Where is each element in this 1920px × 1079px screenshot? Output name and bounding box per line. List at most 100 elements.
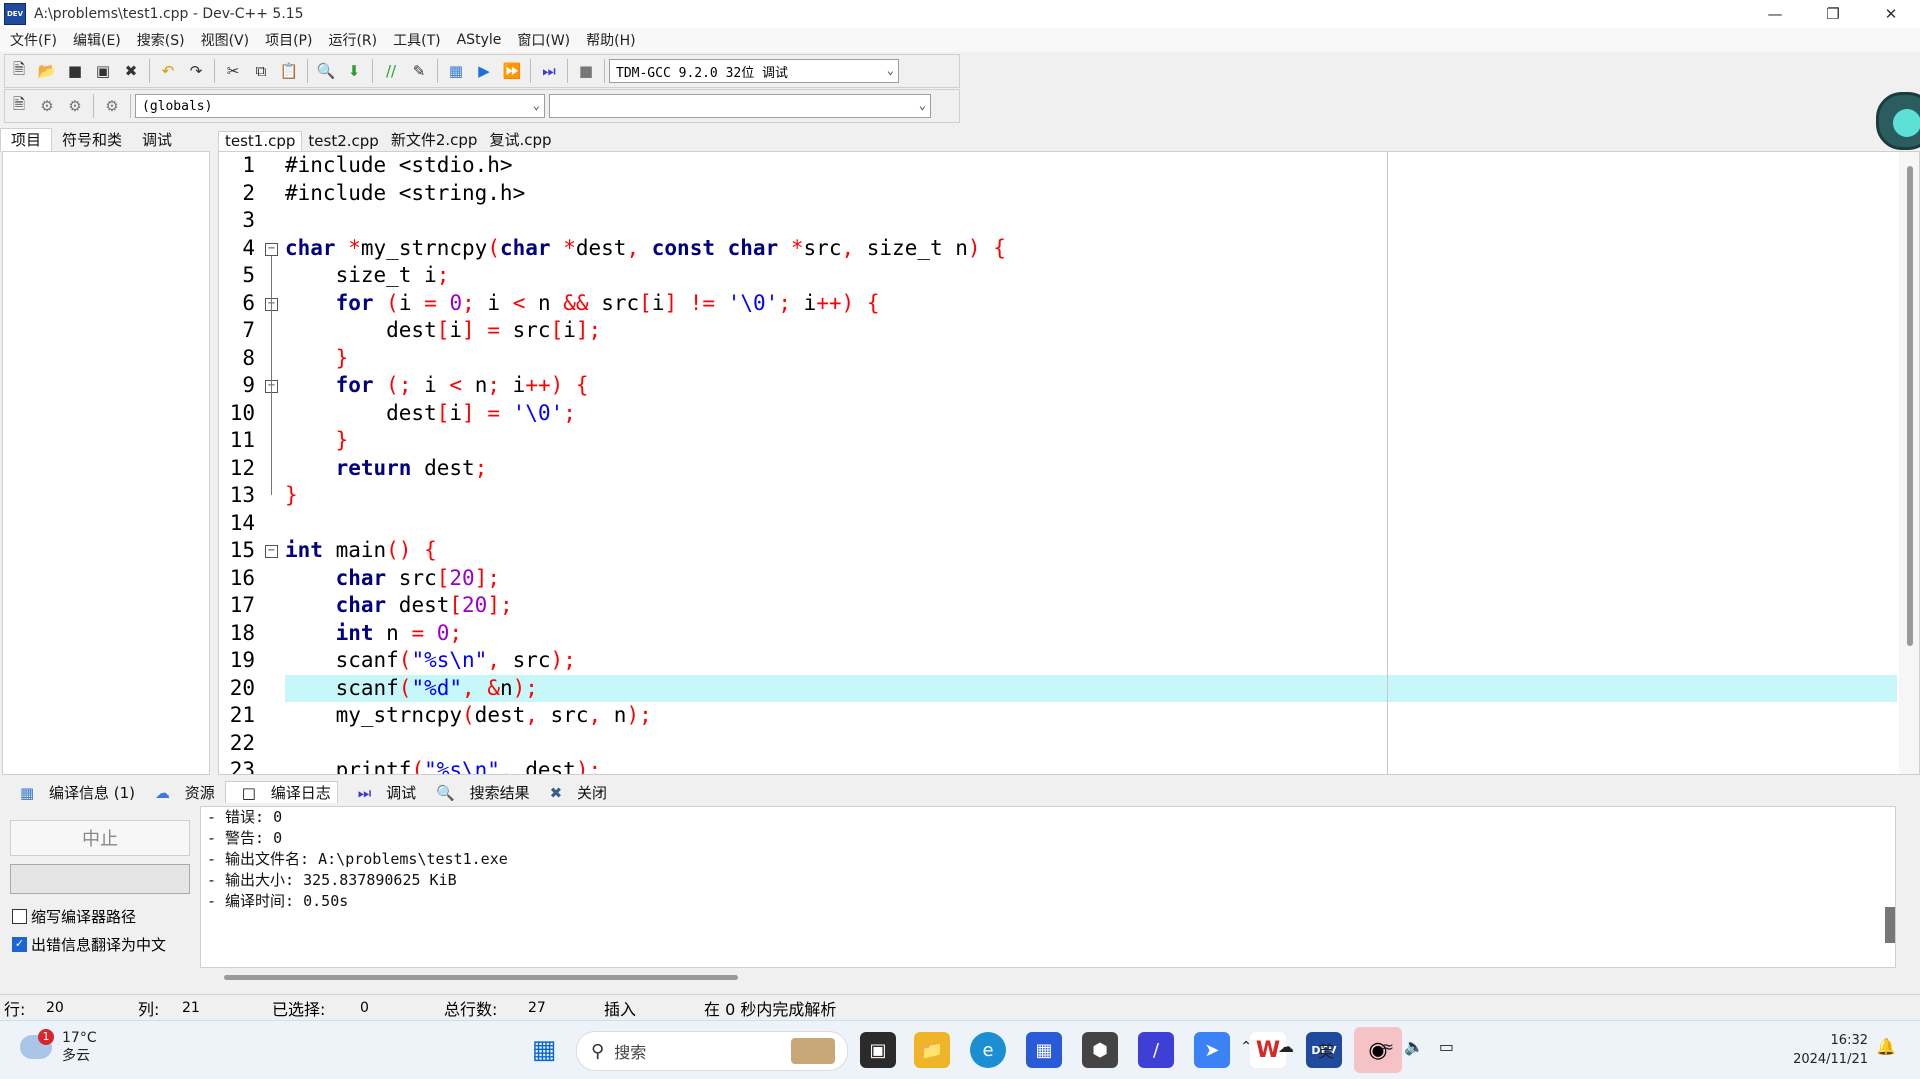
fold-toggle-icon[interactable]: − bbox=[265, 242, 278, 256]
run-icon[interactable]: ▶ bbox=[472, 59, 496, 83]
member-select[interactable]: ⌄ bbox=[549, 94, 931, 118]
volume-icon[interactable]: 🔈 bbox=[1404, 1037, 1424, 1056]
scope-select[interactable]: (globals) ⌄ bbox=[135, 94, 545, 118]
menu-tools[interactable]: 工具(T) bbox=[393, 30, 440, 50]
menu-help[interactable]: 帮助(H) bbox=[586, 30, 635, 50]
system-clock[interactable]: 16:32 2024/11/21 bbox=[1793, 1031, 1868, 1069]
edge-browser-icon[interactable]: e bbox=[970, 1032, 1006, 1068]
save-all-icon[interactable]: ▣ bbox=[91, 59, 115, 83]
menu-project[interactable]: 项目(P) bbox=[265, 30, 312, 50]
tray-expand-icon[interactable]: ⌃ bbox=[1240, 1039, 1252, 1055]
menu-edit[interactable]: 编辑(E) bbox=[73, 30, 121, 50]
code-editor[interactable]: 1234567891011121314151617181920212223−−−… bbox=[218, 151, 1920, 775]
tab-test1-cpp[interactable]: test1.cpp bbox=[218, 131, 303, 152]
taskbar-search-placeholder: 搜索 bbox=[614, 1043, 647, 1062]
compile-log-output[interactable]: - 错误: 0 - 警告: 0 - 输出文件名: A:\problems\tes… bbox=[200, 806, 1896, 968]
onedrive-icon[interactable]: ☁ bbox=[1278, 1037, 1294, 1056]
gear-icon[interactable]: ⚙ bbox=[35, 94, 59, 118]
new-class-icon[interactable]: 🗎 bbox=[7, 94, 31, 118]
redo-icon[interactable]: ↷ bbox=[184, 59, 208, 83]
compile-run-icon[interactable]: ⏩ bbox=[500, 59, 524, 83]
code-text-area[interactable]: #include <stdio.h> #include <string.h> cha… bbox=[285, 152, 1897, 774]
log-line: - 警告: 0 bbox=[207, 829, 283, 847]
tab-newfile2-cpp[interactable]: 新文件2.cpp bbox=[385, 129, 484, 152]
abort-button[interactable]: 中止 bbox=[10, 820, 190, 856]
notification-bell-icon[interactable]: 🔔 bbox=[1876, 1037, 1896, 1056]
line-number: 17 bbox=[229, 593, 255, 617]
code-line: } bbox=[285, 483, 298, 507]
compiler-select[interactable]: TDM-GCC 9.2.0 32位 调试 ⌄ bbox=[609, 59, 899, 83]
debug-icon[interactable]: ⏭ bbox=[537, 59, 561, 83]
editor-vertical-scrollbar[interactable] bbox=[1899, 152, 1919, 774]
status-total-value: 27 bbox=[528, 1000, 546, 1016]
close-button[interactable]: ✕ bbox=[1862, 0, 1920, 28]
new-file-icon[interactable]: 🗎 bbox=[7, 59, 31, 83]
taskbar-search[interactable]: ⚲ 搜索 bbox=[576, 1031, 848, 1071]
format-icon[interactable]: ✎ bbox=[407, 59, 431, 83]
menu-window[interactable]: 窗口(W) bbox=[517, 30, 570, 50]
windows-taskbar: 1 17°C 多云 ▦ ⚲ 搜索 ▣ 📁 e ▦ ⬢ / ➤ W DEV ◉ ⌃… bbox=[0, 1020, 1920, 1079]
microsoft-store-icon[interactable]: ▦ bbox=[1026, 1032, 1062, 1068]
comment-icon[interactable]: // bbox=[379, 59, 403, 83]
checkbox-unchecked[interactable] bbox=[12, 909, 27, 924]
save-icon[interactable]: ■ bbox=[63, 59, 87, 83]
tab-resources[interactable]: ☁ 资源 bbox=[145, 782, 215, 803]
gear-icon[interactable]: ⚙ bbox=[63, 94, 87, 118]
log-scroll-thumb[interactable] bbox=[1885, 907, 1895, 943]
stop-icon[interactable]: ■ bbox=[574, 59, 598, 83]
editor-scroll-thumb[interactable] bbox=[1907, 166, 1913, 646]
fold-guide-line bbox=[271, 310, 272, 358]
menu-search[interactable]: 搜索(S) bbox=[137, 30, 185, 50]
undo-icon[interactable]: ↶ bbox=[156, 59, 180, 83]
windows-start-icon[interactable]: ▦ bbox=[526, 1032, 562, 1068]
tab-compile-log[interactable]: □ 编译日志 bbox=[224, 781, 338, 803]
goto-icon[interactable]: ⬇ bbox=[342, 59, 366, 83]
gear-icon[interactable]: ⚙ bbox=[100, 94, 124, 118]
task-view-icon[interactable]: ▣ bbox=[860, 1032, 896, 1068]
open-file-icon[interactable]: 📂 bbox=[35, 59, 59, 83]
floating-assistant-avatar[interactable] bbox=[1876, 92, 1920, 150]
cube-app-icon[interactable]: ⬢ bbox=[1082, 1032, 1118, 1068]
menu-astyle[interactable]: AStyle bbox=[457, 32, 502, 48]
code-line: int n = 0; bbox=[335, 620, 463, 645]
find-icon[interactable]: 🔍 bbox=[314, 59, 338, 83]
menu-view[interactable]: 视图(V) bbox=[201, 30, 250, 50]
copy-icon[interactable]: ⧉ bbox=[249, 59, 273, 83]
tab-test2-cpp[interactable]: test2.cpp bbox=[302, 132, 384, 152]
wifi-icon[interactable]: ≈ bbox=[1381, 1037, 1394, 1056]
tab-project[interactable]: 项目 bbox=[0, 128, 53, 152]
tab-compile-info[interactable]: ▦ 编译信息 (1) bbox=[10, 782, 135, 803]
checkbox-checked[interactable]: ✓ bbox=[12, 937, 27, 952]
cut-icon[interactable]: ✂ bbox=[221, 59, 245, 83]
paste-icon[interactable]: 📋 bbox=[277, 59, 301, 83]
feishu-app-icon[interactable]: ➤ bbox=[1194, 1032, 1230, 1068]
tab-debug-output[interactable]: ⏭ 调试 bbox=[348, 782, 416, 803]
restore-button[interactable]: ❐ bbox=[1804, 0, 1862, 28]
menu-file[interactable]: 文件(F) bbox=[10, 30, 57, 50]
close-file-icon[interactable]: ✖ bbox=[119, 59, 143, 83]
file-explorer-icon[interactable]: 📁 bbox=[914, 1032, 950, 1068]
tab-close-panel[interactable]: ✖ 关闭 bbox=[540, 782, 607, 803]
compile-icon[interactable]: ▦ bbox=[444, 59, 468, 83]
line-number: 5 bbox=[242, 263, 255, 287]
tab-debug[interactable]: 调试 bbox=[132, 129, 182, 152]
log-horizontal-scrollbar[interactable] bbox=[200, 972, 1894, 984]
shorten-compiler-path-checkbox[interactable]: 缩写编译器路径 bbox=[12, 906, 136, 927]
clock-time: 16:32 bbox=[1830, 1033, 1868, 1048]
tab-search-results[interactable]: 🔍 搜索结果 bbox=[426, 782, 529, 803]
tab-symbols-classes[interactable]: 符号和类 bbox=[52, 129, 132, 152]
vscode-like-app-icon[interactable]: / bbox=[1138, 1032, 1174, 1068]
log-hscroll-thumb[interactable] bbox=[224, 975, 738, 980]
line-number: 2 bbox=[242, 180, 255, 205]
translate-errors-checkbox[interactable]: ✓ 出错信息翻译为中文 bbox=[12, 934, 166, 955]
fold-toggle-icon[interactable]: − bbox=[265, 545, 278, 558]
qq-app-icon[interactable]: ◉ bbox=[1354, 1027, 1402, 1073]
ime-indicator[interactable]: 英 bbox=[1318, 1038, 1334, 1062]
battery-icon[interactable]: ▭ bbox=[1439, 1037, 1454, 1056]
minimize-button[interactable]: — bbox=[1746, 0, 1804, 28]
line-number: 10 bbox=[229, 400, 255, 425]
menu-run[interactable]: 运行(R) bbox=[328, 30, 377, 50]
log-line: - 编译时间: 0.50s bbox=[207, 892, 349, 910]
weather-widget[interactable]: 1 17°C 多云 bbox=[20, 1029, 97, 1065]
tab-fushi-cpp[interactable]: 复试.cpp bbox=[483, 129, 557, 152]
